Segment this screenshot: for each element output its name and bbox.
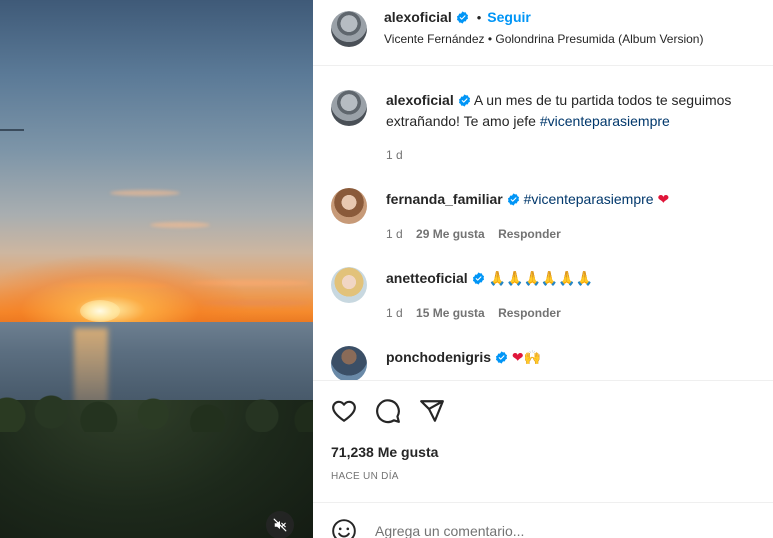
- mute-button[interactable]: [266, 511, 294, 538]
- caption-meta: 1 d: [386, 148, 413, 162]
- cloud-streak: [110, 190, 180, 196]
- caption-text: alexoficial A un mes de tu partida todos…: [386, 90, 766, 132]
- comment-text: anetteoficial 🙏🙏🙏🙏🙏🙏: [386, 268, 766, 290]
- author-username[interactable]: alexoficial: [384, 9, 452, 25]
- post-header: alexoficial • Seguir Vicente Fernández • G…: [313, 0, 773, 66]
- post-timestamp[interactable]: HACE UN DÍA: [331, 471, 399, 482]
- comment-bubble-icon[interactable]: [375, 398, 401, 424]
- verified-icon: [458, 94, 470, 107]
- author-line: alexoficial • Seguir: [384, 9, 531, 25]
- author-avatar[interactable]: [331, 11, 367, 47]
- caption-username[interactable]: alexoficial: [386, 92, 454, 108]
- verified-icon: [507, 193, 519, 206]
- comment-hashtag[interactable]: #vicenteparasiempre: [524, 191, 654, 207]
- comment-time[interactable]: 1 d: [386, 227, 403, 241]
- audio-track-link[interactable]: Vicente Fernández • Golondrina Presumida…: [384, 32, 703, 46]
- follow-button[interactable]: Seguir: [487, 9, 531, 25]
- praying-hands-emoji: 🙏🙏🙏🙏🙏🙏: [488, 271, 594, 287]
- heart-raised-hands-emoji: ❤🙌: [511, 350, 542, 366]
- caption-avatar[interactable]: [331, 90, 367, 126]
- comment-likes[interactable]: 29 Me gusta: [416, 227, 485, 241]
- post-video[interactable]: [0, 0, 313, 538]
- heart-emoji: ❤: [657, 192, 670, 208]
- separator-dot: •: [476, 10, 482, 25]
- comment-avatar[interactable]: [331, 267, 367, 303]
- airplane-silhouette: [0, 129, 24, 131]
- post-details-panel: alexoficial • Seguir Vicente Fernández • G…: [313, 0, 773, 538]
- reply-button[interactable]: Responder: [498, 306, 561, 320]
- comment-likes[interactable]: 15 Me gusta: [416, 306, 485, 320]
- post-actions: 71,238 Me gusta HACE UN DÍA: [313, 380, 773, 502]
- sun: [80, 300, 120, 322]
- cloud-streak: [150, 222, 210, 228]
- verified-icon: [495, 351, 508, 364]
- comment-meta: 1 d 29 Me gusta Responder: [386, 227, 571, 241]
- add-comment-bar: [313, 502, 773, 538]
- shrubs: [0, 392, 313, 432]
- comment-avatar[interactable]: [331, 346, 367, 380]
- verified-icon: [456, 11, 468, 24]
- verified-icon: [472, 272, 484, 285]
- likes-count[interactable]: 71,238 Me gusta: [331, 444, 438, 460]
- comment-time[interactable]: 1 d: [386, 306, 403, 320]
- muted-speaker-icon: [273, 518, 287, 532]
- reply-button[interactable]: Responder: [498, 227, 561, 241]
- heart-outline-icon[interactable]: [331, 398, 357, 424]
- paper-plane-icon[interactable]: [419, 398, 445, 424]
- comment-username[interactable]: fernanda_familiar: [386, 191, 503, 207]
- comment-avatar[interactable]: [331, 188, 367, 224]
- comments-list[interactable]: alexoficial A un mes de tu partida todos…: [313, 66, 773, 380]
- comment-text: fernanda_familiar #vicenteparasiempre ❤: [386, 189, 766, 211]
- comment-username[interactable]: ponchodenigris: [386, 349, 491, 365]
- smiley-face-icon[interactable]: [331, 518, 357, 538]
- comment-text: ponchodenigris ❤🙌: [386, 347, 766, 369]
- comment-input[interactable]: [375, 523, 735, 538]
- caption-hashtag[interactable]: #vicenteparasiempre: [540, 113, 670, 129]
- caption-time[interactable]: 1 d: [386, 148, 403, 162]
- comment-meta: 1 d 15 Me gusta Responder: [386, 306, 571, 320]
- comment-username[interactable]: anetteoficial: [386, 270, 468, 286]
